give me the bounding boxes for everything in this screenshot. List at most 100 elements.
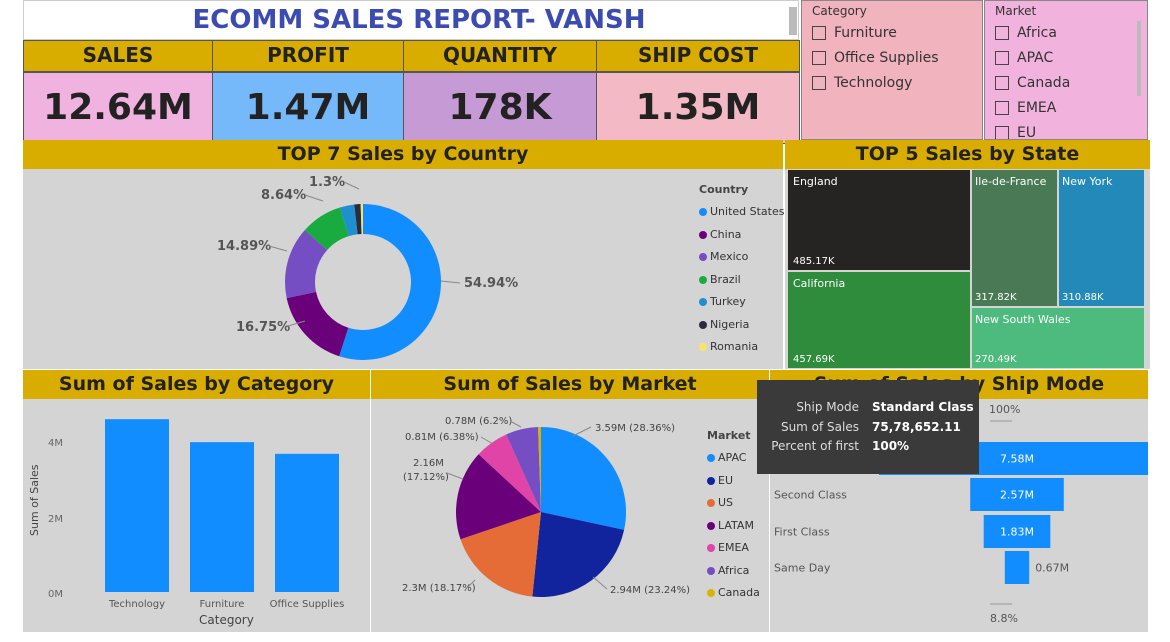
kpi-label: QUANTITY: [403, 40, 597, 72]
market-chart: 3.59M (28.36%) 2.94M (23.24%) 2.3M (18.1…: [371, 399, 769, 632]
legend-label: Nigeria: [710, 317, 750, 331]
legend-label: Romania: [710, 340, 759, 353]
treemap-cell-california[interactable]: California 457.69K: [788, 272, 970, 368]
data-label: 1.3%: [309, 175, 345, 190]
tooltip-value: Standard Class: [872, 400, 974, 414]
legend-label: US: [718, 496, 734, 509]
legend-label: Brazil: [710, 272, 741, 286]
kpi-profit: PROFIT 1.47M: [212, 40, 404, 144]
country-chart-title: TOP 7 Sales by Country: [23, 140, 783, 169]
treemap-cell-new-york[interactable]: New York 310.88K: [1059, 170, 1144, 306]
y-tick: 2M: [48, 514, 63, 525]
treemap-cell-england[interactable]: England 485.17K: [788, 170, 970, 270]
legend-swatch: [699, 343, 707, 351]
kpi-value: 1.35M: [596, 72, 800, 144]
tooltip-key: Sum of Sales: [780, 420, 859, 434]
legend-item-united-states[interactable]: United States: [699, 201, 789, 224]
legend-swatch: [707, 476, 715, 485]
legend-swatch: [699, 230, 707, 239]
funnel-value-standard-class: 7.58M: [1000, 453, 1034, 466]
legend-label: Mexico: [710, 250, 749, 263]
data-label: 3.59M (28.36%): [595, 423, 675, 434]
category-list: Furniture Office Supplies Technology: [812, 21, 982, 96]
slicer-scrollbar[interactable]: [1137, 21, 1141, 96]
title-bar: ECOMM SALES REPORT- VANSH: [23, 0, 799, 40]
bar-furniture[interactable]: [190, 442, 254, 592]
kpi-value: 178K: [403, 72, 597, 144]
slicer-item-africa[interactable]: Africa: [995, 21, 1135, 46]
country-donut-svg: 54.94% 16.75% 14.89% 8.64% 1.3%: [217, 175, 518, 360]
funnel-value-second-class: 2.57M: [1000, 489, 1034, 502]
bar-technology[interactable]: [105, 419, 169, 592]
tooltip-key: Ship Mode: [796, 400, 859, 414]
tooltip-key: Percent of first: [771, 439, 859, 453]
legend-item-mexico[interactable]: Mexico: [699, 246, 789, 269]
checkbox[interactable]: [995, 76, 1009, 90]
legend-item-china[interactable]: China: [699, 224, 789, 247]
market-list: Africa APAC Canada EMEA EU: [995, 21, 1135, 139]
data-label: 14.89%: [217, 239, 271, 254]
x-tick-furniture: Furniture: [200, 599, 245, 610]
treemap-cell-ile-de-france[interactable]: Ile-de-France 317.82K: [972, 170, 1057, 306]
tooltip: Ship Mode Standard Class Sum of Sales 75…: [757, 380, 979, 474]
legend-label: Africa: [718, 563, 750, 577]
legend-item-us[interactable]: US: [707, 492, 769, 515]
funnel-value-first-class: 1.83M: [1000, 526, 1034, 539]
checkbox[interactable]: [995, 51, 1009, 65]
legend-item-brazil[interactable]: Brazil: [699, 269, 789, 292]
state-treemap: England 485.17K California 457.69K Ile-d…: [785, 169, 1150, 369]
checkbox[interactable]: [812, 76, 826, 90]
slicer-item-emea[interactable]: EMEA: [995, 96, 1135, 121]
funnel-value-same-day: 0.67M: [1035, 562, 1069, 575]
data-label: 54.94%: [464, 276, 518, 291]
legend-item-emea[interactable]: EMEA: [707, 537, 769, 560]
scrollbar[interactable]: [789, 7, 797, 35]
kpi-sales: SALES 12.64M: [23, 40, 213, 144]
data-label: 8.64%: [261, 188, 306, 203]
legend-swatch: [699, 208, 707, 216]
slicer-item-furniture[interactable]: Furniture: [812, 21, 982, 46]
legend-label: APAC: [718, 451, 747, 464]
y-tick: 0M: [48, 589, 63, 600]
slicer-item-canada[interactable]: Canada: [995, 71, 1135, 96]
legend-item-turkey[interactable]: Turkey: [699, 291, 789, 314]
report-title: ECOMM SALES REPORT- VANSH: [192, 5, 646, 35]
legend-title: Country: [699, 183, 749, 196]
legend-item-africa[interactable]: Africa: [707, 560, 769, 583]
legend-label: EU: [718, 473, 734, 487]
legend-swatch: [707, 454, 715, 462]
legend-item-latam[interactable]: LATAM: [707, 515, 769, 538]
slicer-item-technology[interactable]: Technology: [812, 71, 982, 96]
x-tick-office-supplies: Office Supplies: [270, 599, 345, 610]
checkbox[interactable]: [995, 101, 1009, 115]
legend-item-canada[interactable]: Canada: [707, 582, 769, 605]
checkbox[interactable]: [812, 51, 826, 65]
country-legend: Country United States China Mexico Brazil Tu…: [699, 183, 789, 359]
tooltip-value: 100%: [872, 439, 910, 453]
slicer-item-apac[interactable]: APAC: [995, 46, 1135, 71]
checkbox[interactable]: [995, 26, 1009, 40]
data-label: 0.78M (6.2%): [445, 416, 512, 427]
kpi-label: SALES: [23, 40, 213, 72]
funnel-label-same-day: Same Day: [774, 562, 831, 575]
kpi-value: 12.64M: [23, 72, 213, 144]
slicer-item-eu[interactable]: EU: [995, 121, 1135, 139]
slice-apac[interactable]: [541, 427, 626, 530]
country-chart: 54.94% 16.75% 14.89% 8.64% 1.3% Country …: [23, 169, 785, 369]
kpi-value: 1.47M: [212, 72, 404, 144]
data-label: 0.81M (6.38%): [405, 432, 479, 443]
kpi-label: SHIP COST: [596, 40, 800, 72]
checkbox[interactable]: [995, 126, 1009, 139]
slicer-item-office-supplies[interactable]: Office Supplies: [812, 46, 982, 71]
bar-office-supplies[interactable]: [275, 453, 339, 592]
legend-item-romania[interactable]: Romania: [699, 336, 789, 359]
legend-item-nigeria[interactable]: Nigeria: [699, 314, 789, 337]
legend-label: EMEA: [718, 541, 749, 554]
treemap-cell-new-south-wales[interactable]: New South Wales 270.49K: [972, 308, 1144, 368]
legend-swatch: [699, 320, 707, 329]
legend-swatch: [707, 544, 715, 552]
slicer-title: Market: [995, 4, 1037, 18]
checkbox[interactable]: [812, 26, 826, 40]
funnel-bar-same-day[interactable]: [1004, 551, 1030, 584]
tooltip-value: 75,78,652.11: [872, 420, 961, 434]
